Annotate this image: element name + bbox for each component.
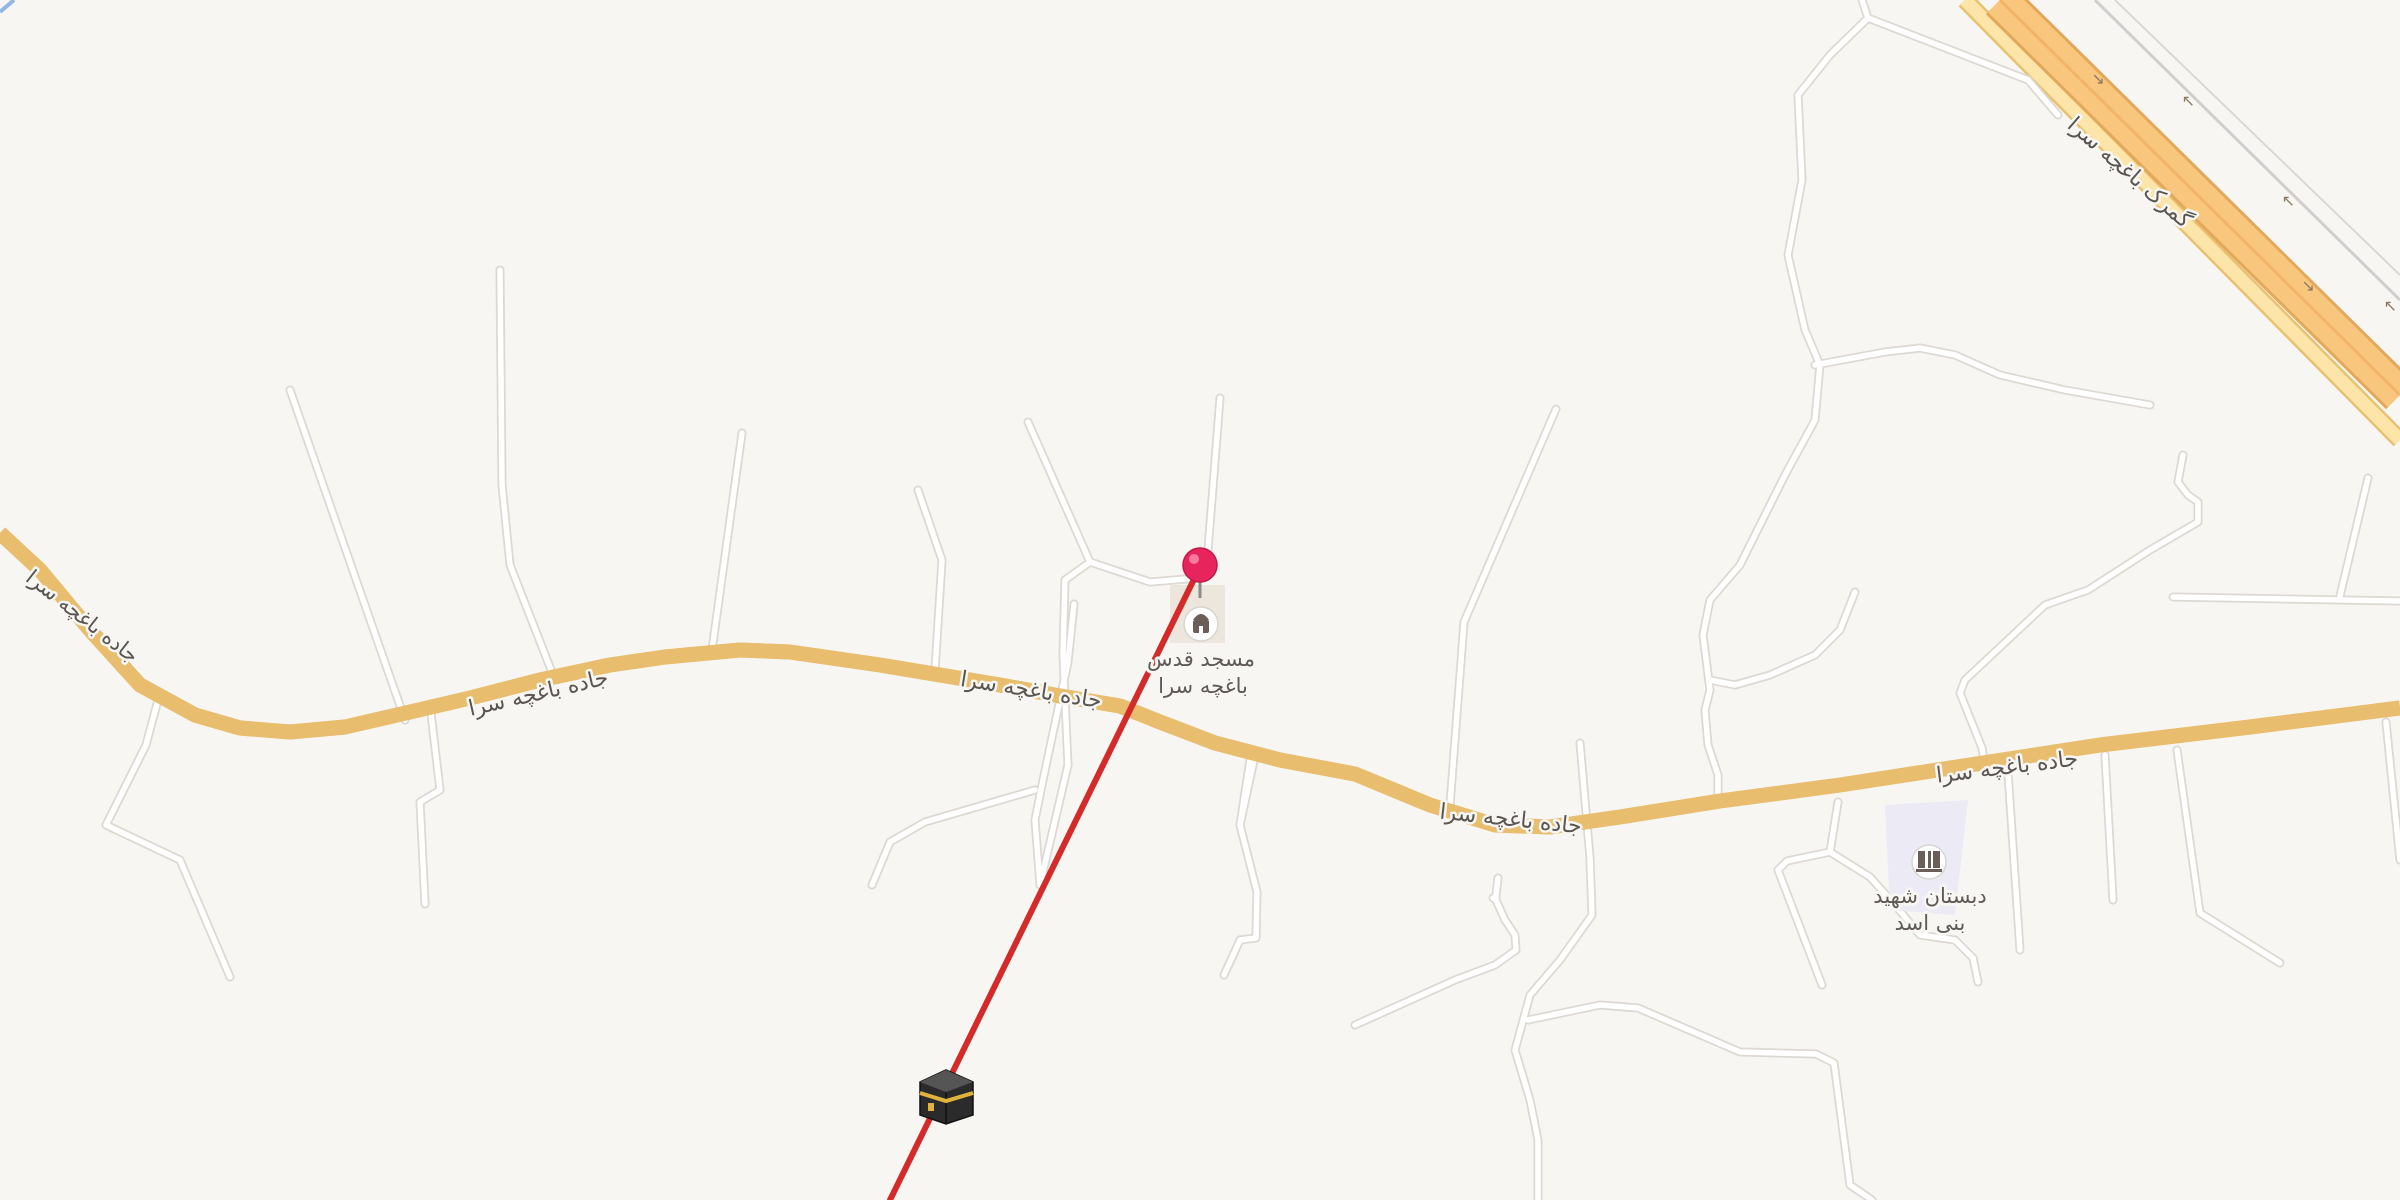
school-icon xyxy=(1911,844,1947,880)
map-canvas[interactable]: → ← ← → ← جاده باغچه سرا جاده باغچه سرا … xyxy=(0,0,2400,1200)
mosque-label-line1: مسجد قدس xyxy=(1147,647,1255,671)
road-label-center: جاده باغچه سرا xyxy=(959,667,1104,714)
school-label-line2: بنی اسد xyxy=(1895,911,1966,935)
road-label-east: جاده باغچه سرا xyxy=(1438,800,1582,840)
kaaba-qibla-icon[interactable] xyxy=(919,1069,974,1125)
svg-text:←: ← xyxy=(2379,294,2400,317)
map-svg[interactable]: → ← ← → ← جاده باغچه سرا جاده باغچه سرا … xyxy=(0,0,2400,1200)
minor-roads xyxy=(106,0,2400,1200)
water-edge xyxy=(0,0,16,14)
mosque-poi[interactable]: مسجد قدس باغچه سرا xyxy=(1144,606,1258,701)
road-label-west-end: جاده باغچه سرا xyxy=(21,565,143,668)
mosque-label-line2: باغچه سرا xyxy=(1158,674,1248,698)
svg-text:←: ← xyxy=(2177,89,2200,112)
school-label-line1: دبستان شهید xyxy=(1873,884,1986,908)
svg-text:←: ← xyxy=(2277,189,2300,212)
mosque-icon xyxy=(1183,606,1219,642)
